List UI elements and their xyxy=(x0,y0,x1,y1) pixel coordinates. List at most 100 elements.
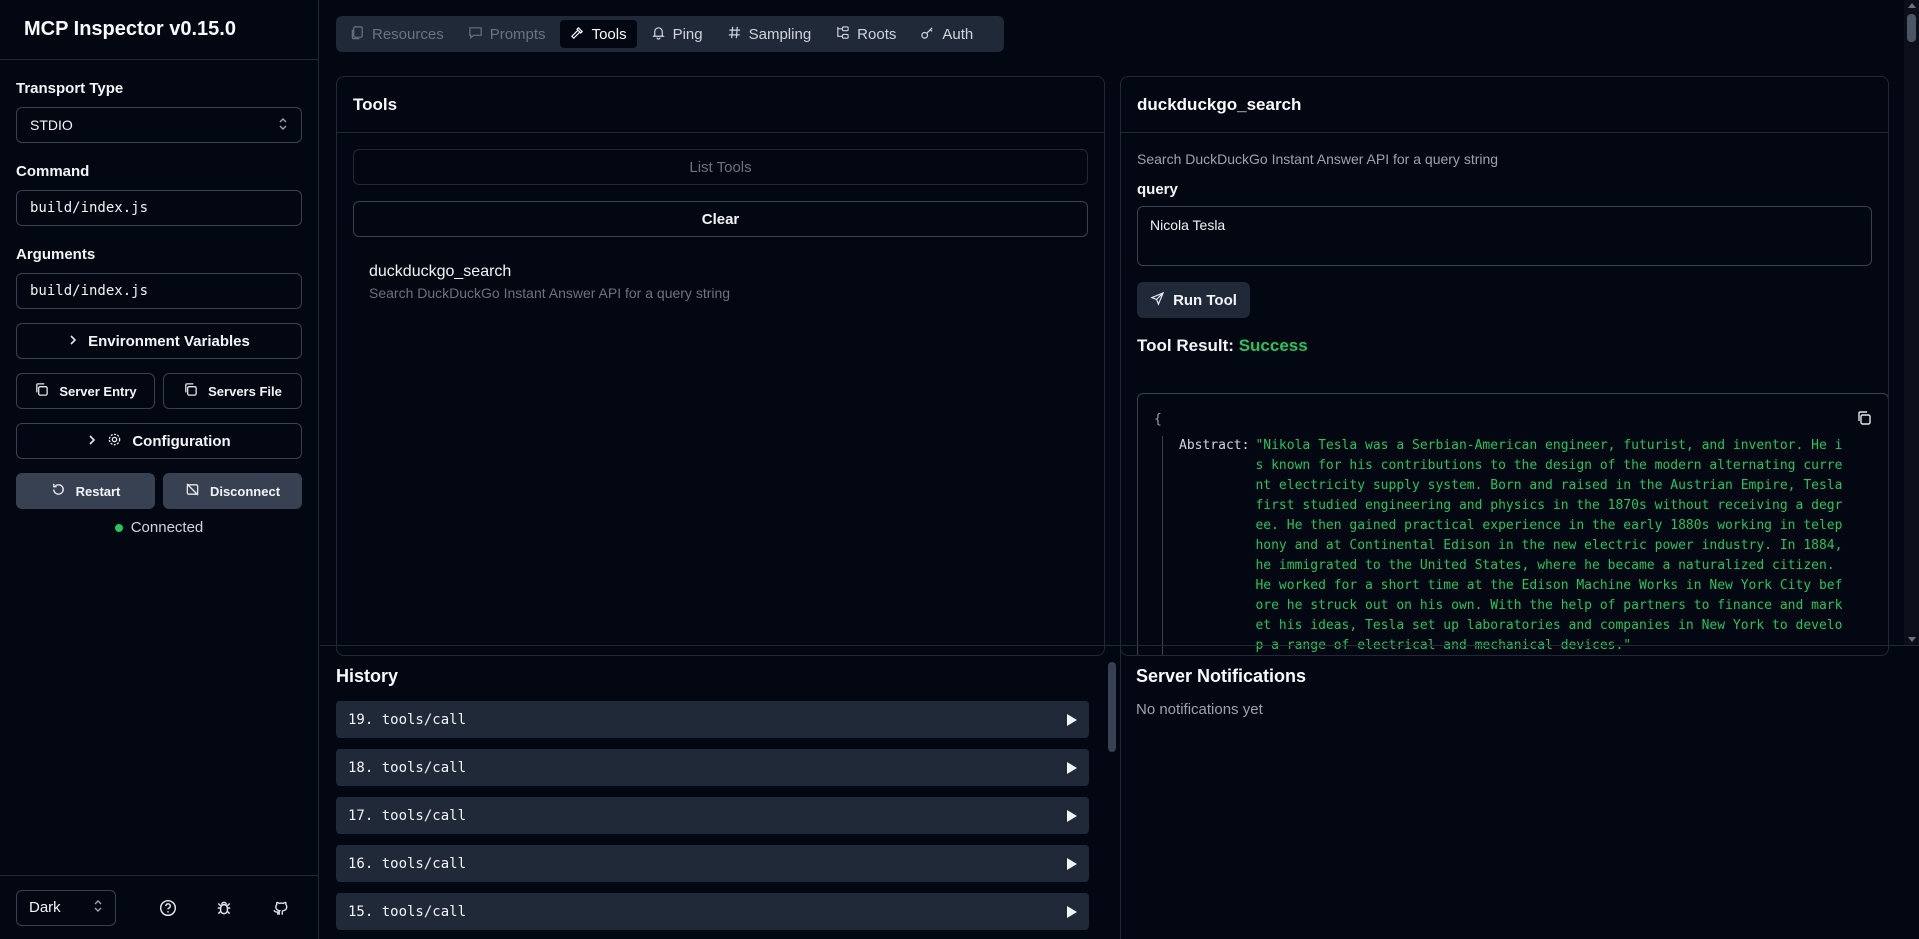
history-item[interactable]: 17. tools/call xyxy=(336,797,1089,834)
tool-name: duckduckgo_search xyxy=(369,263,512,280)
arguments-label: Arguments xyxy=(16,246,96,263)
history-item[interactable]: 18. tools/call xyxy=(336,749,1089,786)
folder-tree-icon xyxy=(835,25,850,44)
play-icon xyxy=(1067,905,1077,918)
copy-icon xyxy=(34,382,49,400)
tab-bar: Resources Prompts Tools Ping Sampling Ro… xyxy=(336,16,1004,52)
tab-ping[interactable]: Ping xyxy=(641,20,713,48)
scroll-up-icon[interactable] xyxy=(1908,3,1916,8)
app-title: MCP Inspector v0.15.0 xyxy=(0,0,318,60)
command-input[interactable]: build/index.js xyxy=(16,190,302,226)
json-value: "Nikola Tesla was a Serbian-American eng… xyxy=(1255,438,1843,653)
bug-icon[interactable] xyxy=(214,898,234,918)
copy-icon xyxy=(183,382,198,400)
command-label: Command xyxy=(16,163,90,180)
servers-file-button[interactable]: Servers File xyxy=(163,373,302,409)
disconnect-button[interactable]: Disconnect xyxy=(163,473,302,509)
status-dot-icon xyxy=(114,523,123,532)
play-icon xyxy=(1067,857,1077,870)
tool-result-heading: Tool Result: Success xyxy=(1137,336,1872,356)
connection-status: Connected xyxy=(16,519,302,536)
hash-icon xyxy=(727,25,742,44)
environment-variables-button[interactable]: Environment Variables xyxy=(16,323,302,359)
copy-icon[interactable] xyxy=(1856,410,1872,426)
tool-list-item[interactable]: duckduckgo_search Search DuckDuckGo Inst… xyxy=(353,249,1088,315)
transport-type-select[interactable]: STDIO xyxy=(16,107,302,143)
chevron-updown-icon xyxy=(93,899,103,917)
history-item[interactable]: 16. tools/call xyxy=(336,845,1089,882)
unplug-icon xyxy=(185,482,200,500)
history-item[interactable]: 19. tools/call xyxy=(336,701,1089,738)
tab-label: Prompts xyxy=(489,25,546,43)
key-icon xyxy=(920,25,935,44)
history-item-label: 18. tools/call xyxy=(348,759,467,776)
query-label: query xyxy=(1137,181,1178,198)
tab-tools[interactable]: Tools xyxy=(559,20,637,48)
help-icon[interactable] xyxy=(158,898,178,918)
play-icon xyxy=(1067,809,1077,822)
history-item[interactable]: 15. tools/call xyxy=(336,893,1089,930)
transport-type-value: STDIO xyxy=(30,117,73,133)
notifications-empty-text: No notifications yet xyxy=(1136,701,1263,718)
tool-description: Search DuckDuckGo Instant Answer API for… xyxy=(369,285,731,301)
configuration-button[interactable]: Configuration xyxy=(16,423,302,459)
server-entry-label: Server Entry xyxy=(59,383,137,399)
servers-file-label: Servers File xyxy=(208,383,282,399)
run-tool-label: Run Tool xyxy=(1173,291,1237,309)
history-item-label: 17. tools/call xyxy=(348,807,467,824)
list-tools-button[interactable]: List Tools xyxy=(353,149,1088,185)
tab-label: Auth xyxy=(942,25,974,43)
scroll-down-icon[interactable] xyxy=(1908,637,1916,642)
history-panel: History 19. tools/call 18. tools/call 17… xyxy=(336,646,1104,939)
query-textarea[interactable]: Nicola Tesla xyxy=(1137,206,1872,266)
chevron-updown-icon xyxy=(278,117,288,134)
chevron-right-icon xyxy=(68,333,78,350)
send-icon xyxy=(1150,291,1165,310)
configuration-label: Configuration xyxy=(132,432,231,450)
disconnect-label: Disconnect xyxy=(209,483,281,499)
json-key: Abstract: xyxy=(1179,438,1250,453)
tab-prompts[interactable]: Prompts xyxy=(458,20,556,48)
hammer-icon xyxy=(570,25,585,44)
run-tool-button[interactable]: Run Tool xyxy=(1137,282,1250,318)
tool-detail-description: Search DuckDuckGo Instant Answer API for… xyxy=(1137,151,1499,167)
files-icon xyxy=(350,25,365,44)
message-icon xyxy=(468,25,483,44)
github-icon[interactable] xyxy=(270,898,290,918)
tab-resources[interactable]: Resources xyxy=(340,20,454,48)
history-item-label: 15. tools/call xyxy=(348,903,467,920)
tab-sampling[interactable]: Sampling xyxy=(717,20,822,48)
notifications-title: Server Notifications xyxy=(1136,666,1307,686)
json-open-brace: { xyxy=(1154,412,1162,427)
tool-detail-title: duckduckgo_search xyxy=(1121,77,1888,133)
tool-detail-panel: duckduckgo_search Search DuckDuckGo Inst… xyxy=(1120,76,1889,656)
connection-status-text: Connected xyxy=(130,519,204,536)
sidebar-footer: Dark xyxy=(0,875,318,939)
theme-select[interactable]: Dark xyxy=(16,889,116,926)
tool-result-json: { Abstract: "Nikola Tesla was a Serbian-… xyxy=(1137,393,1888,655)
environment-variables-label: Environment Variables xyxy=(88,332,250,350)
tool-result-status: Success xyxy=(1238,336,1308,355)
tools-panel-title: Tools xyxy=(337,77,1104,133)
tab-label: Resources xyxy=(372,25,444,43)
gear-icon xyxy=(107,432,122,451)
bell-icon xyxy=(651,25,666,44)
history-scrollbar[interactable] xyxy=(1106,650,1118,939)
page-scrollbar[interactable] xyxy=(1904,0,1919,645)
rotate-icon xyxy=(51,482,66,500)
play-icon xyxy=(1067,713,1077,726)
restart-button[interactable]: Restart xyxy=(16,473,155,509)
arguments-input[interactable]: build/index.js xyxy=(16,273,302,309)
server-entry-button[interactable]: Server Entry xyxy=(16,373,155,409)
restart-label: Restart xyxy=(75,483,121,499)
chevron-right-icon xyxy=(87,433,97,450)
tab-roots[interactable]: Roots xyxy=(825,20,906,48)
scrollbar-thumb[interactable] xyxy=(1108,662,1116,752)
clear-button[interactable]: Clear xyxy=(353,201,1088,237)
tab-auth[interactable]: Auth xyxy=(910,20,983,48)
panel-divider xyxy=(1120,646,1121,939)
tab-label: Sampling xyxy=(748,25,812,43)
scrollbar-thumb[interactable] xyxy=(1907,14,1916,42)
sidebar: MCP Inspector v0.15.0 Transport Type STD… xyxy=(0,0,319,939)
tab-label: Tools xyxy=(591,25,627,43)
